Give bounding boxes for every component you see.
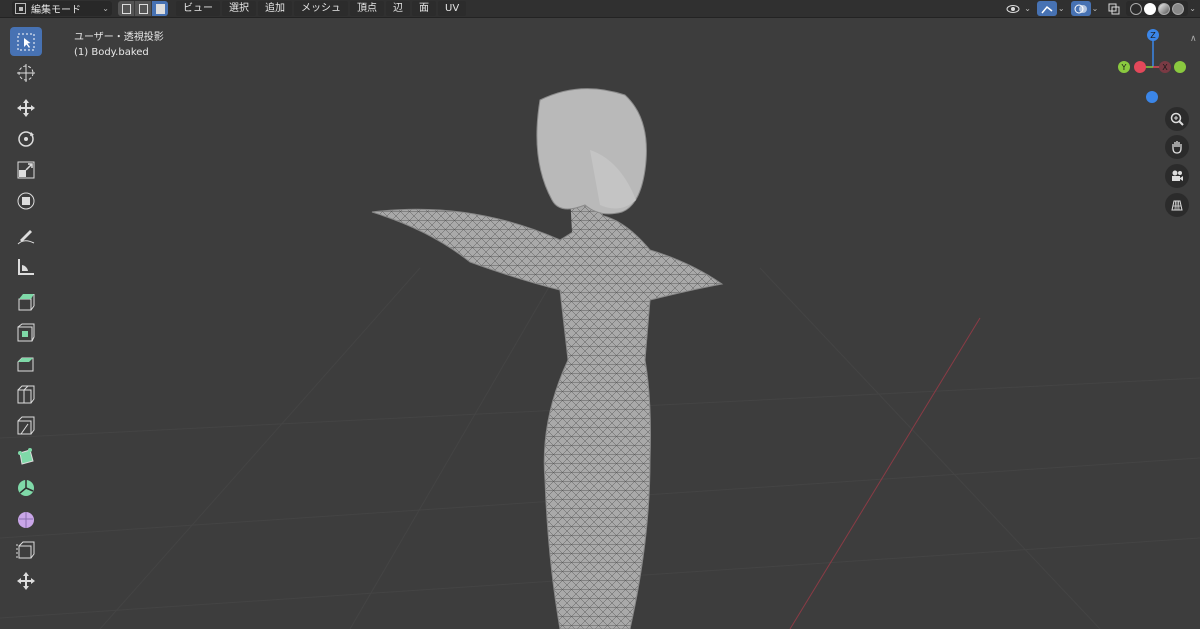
character-mesh <box>371 88 724 629</box>
zoom-icon <box>1170 112 1184 126</box>
pan-button[interactable] <box>1165 135 1189 159</box>
z-axis-label: Z <box>1150 31 1156 40</box>
neg-x-axis-handle[interactable] <box>1174 61 1186 73</box>
neg-y-axis-handle[interactable] <box>1134 61 1146 73</box>
body-mesh <box>371 208 724 629</box>
y-axis-label: Y <box>1121 63 1127 72</box>
navigation-gizmo[interactable]: Z Y X <box>1110 22 1200 112</box>
neg-z-axis-handle[interactable] <box>1146 91 1158 103</box>
ortho-toggle-button[interactable] <box>1165 193 1189 217</box>
camera-view-button[interactable] <box>1165 164 1189 188</box>
x-axis-label: X <box>1162 63 1168 72</box>
ortho-grid-icon <box>1171 200 1183 211</box>
camera-icon <box>1172 170 1183 181</box>
pan-hand-icon <box>1172 141 1182 154</box>
area-corner-icon[interactable]: ∧ <box>1190 34 1197 44</box>
zoom-button[interactable] <box>1165 107 1189 131</box>
